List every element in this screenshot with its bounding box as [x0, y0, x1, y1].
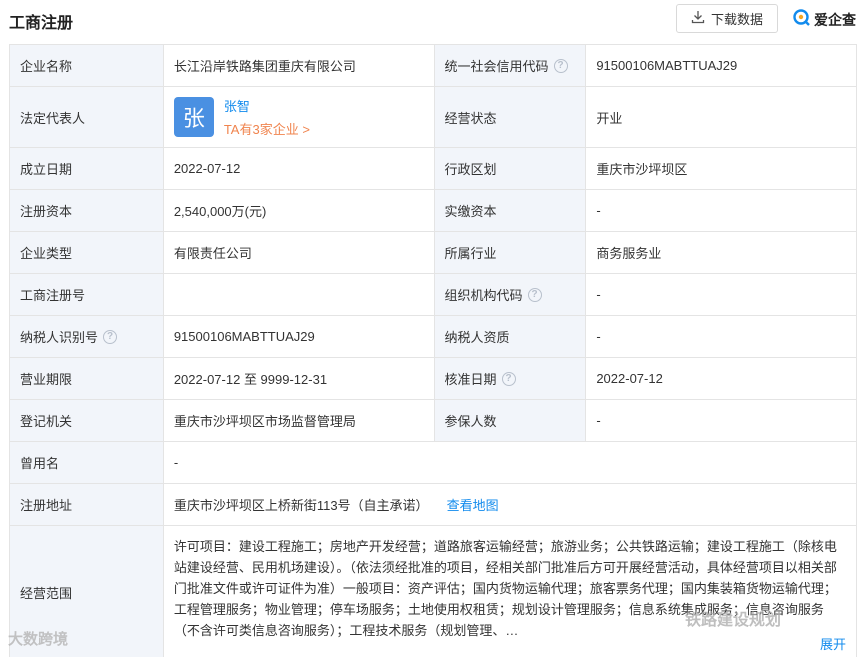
label-reg-address: 注册地址: [10, 484, 164, 525]
registration-table: 企业名称 长江沿岸铁路集团重庆有限公司 统一社会信用代码? 91500106MA…: [9, 44, 857, 657]
value-reg-authority: 重庆市沙坪坝区市场监督管理局: [164, 400, 435, 441]
help-icon[interactable]: ?: [553, 58, 568, 73]
legal-rep-companies-link[interactable]: TA有3家企业 >: [224, 119, 310, 138]
label-reg-authority: 登记机关: [10, 400, 164, 441]
value-approval-date: 2022-07-12: [586, 358, 857, 399]
value-former-name: -: [164, 442, 857, 483]
value-reg-address: 重庆市沙坪坝区上桥新街113号（自主承诺） 查看地图: [164, 484, 857, 525]
help-icon[interactable]: ?: [527, 287, 542, 302]
brand-icon: [793, 9, 811, 30]
label-insured-count: 参保人数: [434, 400, 587, 441]
label-founding-date: 成立日期: [10, 148, 164, 189]
label-reg-number: 工商注册号: [10, 274, 164, 315]
table-row: 曾用名 -: [10, 442, 857, 484]
legal-rep-name-link[interactable]: 张智: [224, 96, 310, 115]
value-legal-rep: 张 张智 TA有3家企业 >: [164, 87, 435, 147]
label-registered-capital: 注册资本: [10, 190, 164, 231]
section-header: 工商注册 下载数据 爱企查: [0, 0, 867, 42]
watermark-right: 铁路建设规划: [685, 612, 782, 629]
value-credit-code: 91500106MABTTUAJ29: [586, 45, 857, 86]
value-business-scope: 许可项目：建设工程施工；房地产开发经营；道路旅客运输经营；旅游业务；公共铁路运输…: [164, 526, 857, 657]
table-row: 工商注册号 组织机构代码? -: [10, 274, 857, 316]
download-label: 下载数据: [710, 12, 763, 27]
table-row: 注册资本 2,540,000万(元) 实缴资本 -: [10, 190, 857, 232]
avatar[interactable]: 张: [173, 97, 214, 137]
brand-label: 爱企查: [814, 11, 856, 28]
download-data-button[interactable]: 下载数据: [676, 4, 778, 33]
value-taxpayer-qual: -: [586, 316, 857, 357]
value-company-name: 长江沿岸铁路集团重庆有限公司: [164, 45, 435, 86]
label-former-name: 曾用名: [10, 442, 164, 483]
table-row: 企业类型 有限责任公司 所属行业 商务服务业: [10, 232, 857, 274]
table-row: 营业期限 2022-07-12 至 9999-12-31 核准日期? 2022-…: [10, 358, 857, 400]
help-icon[interactable]: ?: [103, 329, 118, 344]
brand-logo[interactable]: 爱企查: [793, 9, 856, 30]
value-taxpayer-id: 91500106MABTTUAJ29: [164, 316, 435, 357]
value-registered-capital: 2,540,000万(元): [164, 190, 435, 231]
table-row: 法定代表人 张 张智 TA有3家企业 > 经营状态 开业: [10, 87, 857, 148]
label-approval-date: 核准日期?: [434, 358, 587, 399]
value-org-code: -: [586, 274, 857, 315]
value-admin-region: 重庆市沙坪坝区: [586, 148, 857, 189]
value-insured-count: -: [586, 400, 857, 441]
label-company-type: 企业类型: [10, 232, 164, 273]
table-row: 纳税人识别号? 91500106MABTTUAJ29 纳税人资质 -: [10, 316, 857, 358]
label-industry: 所属行业: [434, 232, 587, 273]
value-business-status: 开业: [586, 87, 857, 147]
value-reg-number: [164, 274, 435, 315]
table-row: 企业名称 长江沿岸铁路集团重庆有限公司 统一社会信用代码? 91500106MA…: [10, 45, 857, 87]
value-company-type: 有限责任公司: [164, 232, 435, 273]
label-taxpayer-id: 纳税人识别号?: [10, 316, 164, 357]
section-title: 工商注册: [9, 15, 74, 32]
table-row: 成立日期 2022-07-12 行政区划 重庆市沙坪坝区: [10, 148, 857, 190]
label-taxpayer-qual: 纳税人资质: [434, 316, 587, 357]
download-icon: [691, 10, 705, 27]
watermark-left: 大数跨境: [8, 631, 69, 648]
view-map-link[interactable]: 查看地图: [447, 495, 499, 514]
value-industry: 商务服务业: [586, 232, 857, 273]
label-company-name: 企业名称: [10, 45, 164, 86]
value-business-term: 2022-07-12 至 9999-12-31: [164, 358, 435, 399]
help-icon[interactable]: ?: [501, 371, 516, 386]
table-row: 登记机关 重庆市沙坪坝区市场监督管理局 参保人数 -: [10, 400, 857, 442]
label-business-term: 营业期限: [10, 358, 164, 399]
table-row: 注册地址 重庆市沙坪坝区上桥新街113号（自主承诺） 查看地图: [10, 484, 857, 526]
value-paid-capital: -: [586, 190, 857, 231]
label-org-code: 组织机构代码?: [434, 274, 587, 315]
label-business-status: 经营状态: [434, 87, 587, 147]
label-paid-capital: 实缴资本: [434, 190, 587, 231]
address-text: 重庆市沙坪坝区上桥新街113号（自主承诺）: [173, 498, 429, 513]
value-founding-date: 2022-07-12: [164, 148, 435, 189]
label-credit-code: 统一社会信用代码?: [434, 45, 587, 86]
label-legal-rep: 法定代表人: [10, 87, 164, 147]
table-row: 经营范围 许可项目：建设工程施工；房地产开发经营；道路旅客运输经营；旅游业务；公…: [10, 526, 857, 657]
label-admin-region: 行政区划: [434, 148, 587, 189]
expand-link[interactable]: 展开: [815, 634, 846, 655]
